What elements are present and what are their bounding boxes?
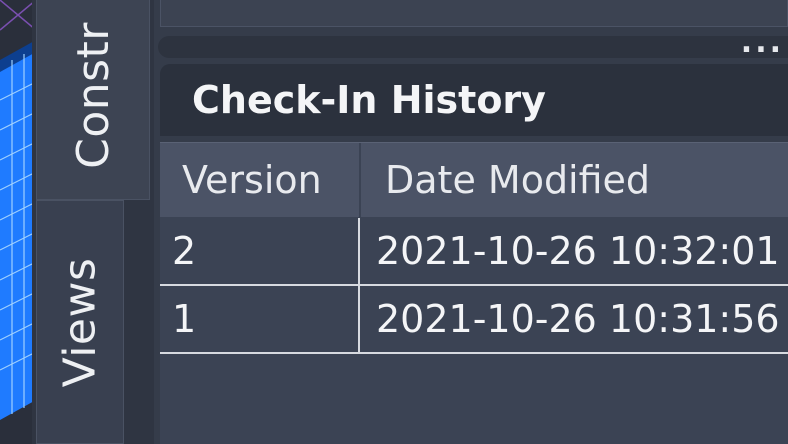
vertical-tab-strip: Constr Views [32,0,154,444]
tab-views[interactable]: Views [36,200,124,444]
check-in-history-header[interactable]: Check-In History [160,64,788,136]
drawing-viewport[interactable] [0,0,36,444]
table-header: Version Date Modified [160,142,788,217]
panel-grip-bar[interactable] [158,36,788,58]
ellipsis-icon[interactable]: ... [741,28,784,58]
tab-views-label: Views [54,257,106,387]
column-header-version[interactable]: Version [160,143,361,217]
date-modified-cell: 2021-10-26 10:32:01 [376,229,780,273]
table-row[interactable]: 2 2021-10-26 10:32:01 [160,218,788,286]
tab-constr[interactable]: Constr [36,0,150,200]
date-modified-cell: 2021-10-26 10:31:56 [376,297,780,341]
tab-constr-label: Constr [67,21,119,169]
section-title: Check-In History [192,78,546,122]
building-model-graphic [0,0,36,420]
column-header-date-modified[interactable]: Date Modified [363,143,788,217]
version-cell: 2 [160,218,360,284]
properties-palette: ... Check-In History Version Date Modifi… [154,0,788,444]
version-cell: 1 [160,286,360,352]
check-in-history-table: Version Date Modified 2 2021-10-26 10:32… [160,142,788,444]
table-row[interactable]: 1 2021-10-26 10:31:56 [160,286,788,354]
palette-top-panel [160,0,788,27]
